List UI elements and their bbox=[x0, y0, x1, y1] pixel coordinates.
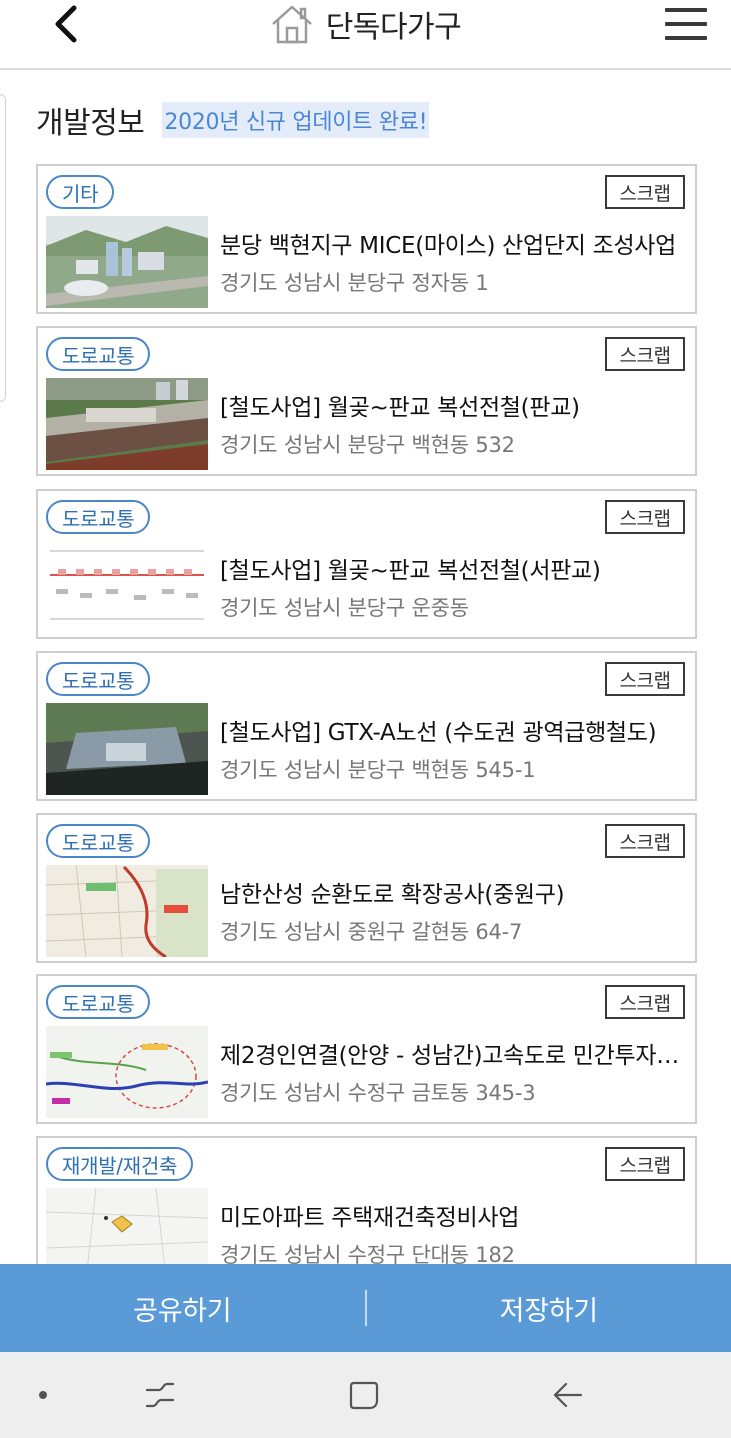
item-address: 경기도 성남시 중원구 갈현동 64-7 bbox=[220, 920, 523, 944]
save-button[interactable]: 저장하기 bbox=[367, 1264, 731, 1352]
item-title: 제2경인연결(안양 - 성남간)고속도로 민간투자사업 bbox=[220, 1043, 682, 1069]
category-badge: 도로교통 bbox=[46, 662, 151, 696]
recent-apps-icon bbox=[145, 1382, 175, 1408]
item-title: 남한산성 순환도로 확장공사(중원구) bbox=[220, 882, 565, 908]
action-bar: 공유하기 저장하기 bbox=[0, 1264, 731, 1352]
scrap-button[interactable]: 스크랩 bbox=[605, 337, 685, 371]
list-item[interactable]: 도로교통 스크랩 [철도사업] 월곶~판교 복선전철(서판교) 경기도 성남시 … bbox=[36, 489, 697, 639]
home-button[interactable] bbox=[344, 1352, 384, 1438]
item-thumbnail bbox=[46, 216, 208, 308]
list-item[interactable]: 도로교통 스크랩 남한산성 순환도로 확장공사(중원구) 경기도 성남시 중원구… bbox=[36, 813, 697, 963]
category-badge: 도로교통 bbox=[46, 985, 151, 1019]
category-badge: 도로교통 bbox=[46, 824, 151, 858]
item-address: 경기도 성남시 분당구 정자동 1 bbox=[220, 271, 489, 295]
scrap-button[interactable]: 스크랩 bbox=[605, 985, 685, 1019]
category-badge: 도로교통 bbox=[46, 337, 151, 371]
category-badge: 재개발/재건축 bbox=[46, 1147, 194, 1181]
item-title: [철도사업] GTX-A노선 (수도권 광역급행철도) bbox=[220, 720, 657, 746]
menu-button[interactable] bbox=[663, 4, 709, 44]
hamburger-line bbox=[665, 22, 707, 26]
item-thumbnail bbox=[46, 1026, 208, 1118]
scrap-button[interactable]: 스크랩 bbox=[605, 824, 685, 858]
item-thumbnail bbox=[46, 703, 208, 795]
scrap-button[interactable]: 스크랩 bbox=[605, 662, 685, 696]
dot-icon bbox=[39, 1391, 47, 1399]
house-icon bbox=[271, 5, 312, 44]
hamburger-menu-icon bbox=[665, 8, 707, 12]
section-title: 개발정보 bbox=[36, 106, 145, 141]
page-title: 단독다가구 bbox=[325, 10, 462, 45]
item-title: [철도사업] 월곶~판교 복선전철(판교) bbox=[220, 395, 580, 421]
item-address: 경기도 성남시 수정구 금토동 345-3 bbox=[220, 1081, 536, 1105]
item-title: 미도아파트 주택재건축정비사업 bbox=[220, 1205, 520, 1231]
side-drawer-handle[interactable] bbox=[0, 94, 6, 402]
item-title: 분당 백현지구 MICE(마이스) 산업단지 조성사업 bbox=[220, 233, 677, 259]
item-address: 경기도 성남시 분당구 운중동 bbox=[220, 596, 469, 620]
list-item[interactable]: 도로교통 스크랩 [철도사업] GTX-A노선 (수도권 광역급행철도) 경기도… bbox=[36, 651, 697, 801]
header-title-group: 단독다가구 bbox=[0, 0, 731, 48]
list-item[interactable]: 기타 스크랩 분당 백현지구 MICE(마이스) 산업단지 조성사업 경기도 성… bbox=[36, 164, 697, 314]
item-address: 경기도 성남시 분당구 백현동 532 bbox=[220, 433, 515, 457]
section-header: 개발정보 2020년 신규 업데이트 완료! bbox=[36, 98, 430, 142]
nav-dot-button[interactable] bbox=[28, 1352, 58, 1438]
item-title: [철도사업] 월곶~판교 복선전철(서판교) bbox=[220, 558, 601, 584]
list-item[interactable]: 도로교통 스크랩 제2경인연결(안양 - 성남간)고속도로 민간투자사업 경기도… bbox=[36, 974, 697, 1124]
item-address: 경기도 성남시 분당구 백현동 545-1 bbox=[220, 758, 536, 782]
hamburger-line bbox=[665, 36, 707, 40]
home-square-icon bbox=[349, 1381, 379, 1410]
category-badge: 도로교통 bbox=[46, 500, 151, 534]
item-thumbnail bbox=[46, 865, 208, 957]
item-thumbnail bbox=[46, 541, 208, 633]
update-notice: 2020년 신규 업데이트 완료! bbox=[162, 102, 430, 138]
app-header: 단독다가구 bbox=[0, 0, 731, 70]
back-nav-button[interactable] bbox=[548, 1352, 588, 1438]
list-item[interactable]: 도로교통 스크랩 [철도사업] 월곶~판교 복선전철(판교) 경기도 성남시 분… bbox=[36, 326, 697, 476]
category-badge: 기타 bbox=[46, 175, 115, 209]
item-thumbnail bbox=[46, 378, 208, 470]
scrap-button[interactable]: 스크랩 bbox=[605, 1147, 685, 1181]
share-button[interactable]: 공유하기 bbox=[0, 1264, 365, 1352]
recent-apps-button[interactable] bbox=[140, 1352, 180, 1438]
scrap-button[interactable]: 스크랩 bbox=[605, 500, 685, 534]
scrap-button[interactable]: 스크랩 bbox=[605, 175, 685, 209]
back-arrow-icon bbox=[553, 1382, 583, 1408]
system-nav-bar bbox=[0, 1352, 731, 1438]
